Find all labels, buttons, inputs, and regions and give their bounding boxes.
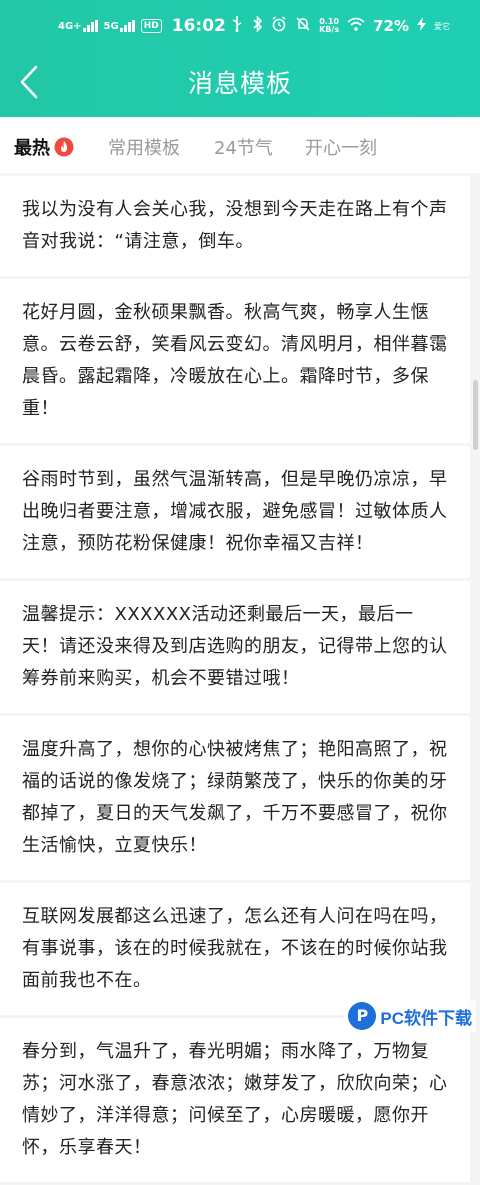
net-speed: 0.10 KB/s — [319, 18, 339, 34]
page-title: 消息模板 — [187, 69, 292, 98]
message-card[interactable]: 互联网发展都这么迅速了，怎么还有人问在吗在吗，有事说事，该在的时候我就在，不该在… — [0, 883, 470, 1015]
network-label-1: 4G+ — [58, 21, 82, 32]
status-time: 16:02 — [171, 16, 226, 36]
usb-icon — [232, 16, 242, 36]
signal-4g-icon: 4G+ — [58, 20, 98, 32]
carrier-label: 爱它 — [434, 21, 450, 31]
watermark-text: PC软件下载 — [380, 1008, 472, 1028]
message-list: 我以为没有人会关心我，没想到今天走在路上有个声音对我说：“请注意，倒车。 花好月… — [0, 176, 470, 1185]
tab-happy-moment[interactable]: 开心一刻 — [305, 134, 377, 160]
message-card[interactable]: 谷雨时节到，虽然气温渐转高，但是早晚仍凉凉，早出晚归者要注意，增减衣服，避免感冒… — [0, 446, 470, 578]
alarm-icon — [271, 16, 287, 36]
charging-icon — [417, 17, 426, 35]
tab-solar-terms[interactable]: 24节气 — [214, 134, 273, 160]
fire-icon — [54, 137, 74, 157]
signal-5g-icon: 5G — [104, 20, 135, 32]
battery-level: 72% — [373, 17, 409, 35]
status-bar: 4G+ 5G HD 16:02 0.10 KB/s 72% 爱它 — [0, 0, 480, 52]
status-bar-right: 0.10 KB/s 72% 爱它 — [253, 15, 450, 36]
status-bar-left: 4G+ 5G HD 16:02 — [58, 16, 242, 36]
message-card[interactable]: 温馨提示：XXXXXX活动还剩最后一天，最后一天！请还没来得及到店选购的朋友，记… — [0, 581, 470, 713]
hd-badge: HD — [140, 19, 162, 33]
message-card[interactable]: 花好月圆，金秋硕果飘香。秋高气爽，畅享人生惬意。云卷云舒，笑看风云变幻。清风明月… — [0, 279, 470, 443]
watermark-logo: P — [348, 1002, 377, 1030]
message-card[interactable]: 我以为没有人会关心我，没想到今天走在路上有个声音对我说：“请注意，倒车。 — [0, 176, 470, 276]
wifi-icon — [347, 17, 365, 35]
tab-common-templates[interactable]: 常用模板 — [108, 134, 180, 160]
network-label-2: 5G — [103, 21, 119, 32]
message-card[interactable]: 温度升高了，想你的心快被烤焦了；艳阳高照了，祝福的话说的像发烧了；绿荫繁茂了，快… — [0, 716, 470, 880]
watermark: P PC软件下载 — [344, 1000, 476, 1032]
tab-label: 最热 — [14, 138, 50, 159]
message-card[interactable]: 春分到，气温升了，春光明媚；雨水降了，万物复苏；河水涨了，春意浓浓；嫩芽发了，欣… — [0, 1018, 470, 1182]
tab-bar: 最热 常用模板 24节气 开心一刻 — [0, 117, 480, 173]
net-speed-unit: KB/s — [319, 25, 340, 34]
mute-bell-icon — [295, 16, 311, 36]
tab-hottest[interactable]: 最热 — [14, 134, 74, 160]
app-header: 4G+ 5G HD 16:02 0.10 KB/s 72% 爱它 消息模板 — [0, 0, 480, 117]
scrollbar[interactable] — [473, 380, 478, 450]
bluetooth-icon — [253, 15, 263, 36]
